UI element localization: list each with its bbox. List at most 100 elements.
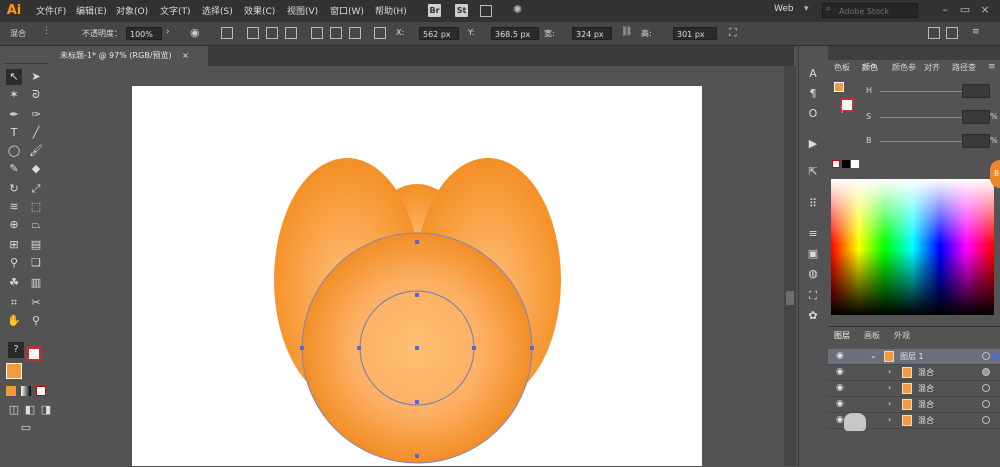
- perspective-icon[interactable]: ⏢: [28, 217, 44, 233]
- align-center-icon[interactable]: [266, 27, 278, 39]
- menu-window[interactable]: 窗口(W): [330, 4, 364, 17]
- selection-tool-icon[interactable]: ↖: [6, 69, 22, 85]
- mesh-icon[interactable]: ⊞: [6, 237, 22, 253]
- symbol-icon[interactable]: ☘: [6, 275, 22, 291]
- fill-swatch[interactable]: [6, 363, 22, 379]
- menu-type[interactable]: 文字(T): [160, 4, 191, 17]
- color-spectrum[interactable]: [831, 179, 994, 315]
- arrange-documents-icon[interactable]: [480, 5, 492, 17]
- rotate-icon[interactable]: ↻: [6, 181, 22, 197]
- none-mode-icon[interactable]: [36, 386, 46, 396]
- stroke-panel-icon[interactable]: ≡: [805, 226, 821, 242]
- hue-field[interactable]: [962, 84, 990, 98]
- white-color-swatch[interactable]: [851, 160, 859, 168]
- tab-color-guide[interactable]: 颜色参: [892, 62, 916, 73]
- menu-edit[interactable]: 编辑(E): [76, 4, 107, 17]
- color-mode-icon[interactable]: [6, 386, 16, 396]
- y-field[interactable]: 368.5 px: [491, 27, 539, 40]
- target-icon[interactable]: [982, 416, 990, 424]
- align-bottom-icon[interactable]: [349, 27, 361, 39]
- saturation-field[interactable]: [962, 110, 990, 124]
- menu-object[interactable]: 对象(O): [116, 4, 148, 17]
- align-right-icon[interactable]: [285, 27, 297, 39]
- screen-mode-icon[interactable]: ▭: [18, 420, 34, 436]
- tab-layers[interactable]: 图层: [834, 330, 850, 341]
- ellipse-icon[interactable]: ◯: [6, 143, 22, 159]
- transform-panel-icon[interactable]: ⛶: [805, 288, 821, 304]
- stroke-options-icon[interactable]: ⋮: [42, 26, 64, 40]
- draw-mode-icon[interactable]: ◫: [6, 402, 22, 418]
- black-color-swatch[interactable]: [842, 160, 850, 168]
- eye-icon[interactable]: ◉: [836, 383, 848, 393]
- layer-name[interactable]: 混合: [918, 399, 934, 410]
- free-transform-icon[interactable]: ⬚: [28, 199, 44, 215]
- shape-builder-icon[interactable]: ⊕: [6, 217, 22, 233]
- close-icon[interactable]: ×: [978, 3, 992, 17]
- target-icon[interactable]: [982, 384, 990, 392]
- layer-name[interactable]: 图层 1: [900, 351, 924, 362]
- slice-icon[interactable]: ✂: [28, 295, 44, 311]
- width-field[interactable]: 324 px: [572, 27, 612, 40]
- canvas[interactable]: [52, 66, 794, 466]
- chevron-right-icon[interactable]: ›: [888, 399, 891, 408]
- chevron-down-icon[interactable]: ▾: [804, 4, 809, 14]
- artboard-icon[interactable]: ⌗: [6, 295, 22, 311]
- layer-name[interactable]: 混合: [918, 415, 934, 426]
- hand-icon[interactable]: ✋: [6, 313, 22, 329]
- gradient-icon[interactable]: ▤: [28, 237, 44, 253]
- fill-swatch-small[interactable]: [834, 82, 844, 92]
- align-left-icon[interactable]: [247, 27, 259, 39]
- chevron-right-icon[interactable]: ›: [888, 367, 891, 376]
- tab-pathfinder[interactable]: 路径查: [952, 62, 976, 73]
- list-item[interactable]: ◉ › 混合: [828, 397, 1000, 413]
- opacity-field[interactable]: 100%: [126, 27, 162, 40]
- recolor-icon[interactable]: ◉: [190, 26, 200, 39]
- tab-align[interactable]: 对齐: [924, 62, 940, 73]
- blend-icon[interactable]: ❏: [28, 255, 44, 271]
- draw-behind-icon[interactable]: ◧: [22, 402, 38, 418]
- list-item[interactable]: ◉ › 混合: [828, 365, 1000, 381]
- x-field[interactable]: 562 px: [419, 27, 459, 40]
- help-icon[interactable]: ?: [840, 106, 845, 116]
- transform-icon[interactable]: ⛶: [729, 26, 737, 40]
- magic-wand-icon[interactable]: ✶: [6, 87, 22, 103]
- target-icon[interactable]: [982, 400, 990, 408]
- target-icon[interactable]: [982, 352, 990, 360]
- chevron-right-icon[interactable]: ›: [166, 27, 170, 37]
- panel-menu-icon[interactable]: ≡: [988, 62, 996, 72]
- menu-view[interactable]: 视图(V): [287, 4, 318, 17]
- menu-icon[interactable]: ≡: [972, 27, 980, 37]
- appearance-icon[interactable]: ✿: [805, 308, 821, 324]
- brush-icon[interactable]: 🖌: [28, 143, 44, 159]
- minimize-icon[interactable]: –: [938, 3, 952, 17]
- direct-selection-icon[interactable]: ➤: [28, 69, 44, 85]
- workspace-switcher[interactable]: Web: [774, 4, 794, 14]
- eraser-icon[interactable]: ◆: [28, 161, 44, 177]
- type-icon[interactable]: T: [6, 125, 22, 141]
- libraries-icon[interactable]: ⠿: [805, 196, 821, 212]
- tab-appearance[interactable]: 外观: [894, 330, 910, 341]
- zoom-icon[interactable]: ⚲: [28, 313, 44, 329]
- panel-options-icon[interactable]: [946, 27, 958, 39]
- eye-icon[interactable]: ◉: [836, 399, 848, 409]
- list-item[interactable]: ◉ › 混合: [828, 381, 1000, 397]
- tab-artboards[interactable]: 画板: [864, 330, 880, 341]
- height-field[interactable]: 301 px: [673, 27, 717, 40]
- menu-file[interactable]: 文件(F): [36, 4, 66, 17]
- layer-name[interactable]: 混合: [918, 367, 934, 378]
- maximize-icon[interactable]: ▭: [958, 3, 972, 17]
- chevron-right-icon[interactable]: ›: [888, 415, 891, 424]
- lasso-icon[interactable]: ᘐ: [28, 87, 44, 103]
- opentype-icon[interactable]: O: [805, 106, 821, 122]
- help-icon[interactable]: ?: [8, 342, 24, 358]
- paragraph-icon[interactable]: ¶: [805, 86, 821, 102]
- pen-icon[interactable]: ✒: [6, 107, 22, 123]
- pencil-icon[interactable]: ✎: [6, 161, 22, 177]
- curvature-icon[interactable]: ✑: [28, 107, 44, 123]
- line-icon[interactable]: ╱: [28, 125, 44, 141]
- tab-color[interactable]: 颜色: [862, 62, 878, 73]
- none-color-icon[interactable]: [832, 160, 840, 168]
- tulip-artwork[interactable]: [52, 66, 794, 466]
- gradient-mode-icon[interactable]: [21, 386, 31, 396]
- align-to-icon[interactable]: [221, 27, 233, 39]
